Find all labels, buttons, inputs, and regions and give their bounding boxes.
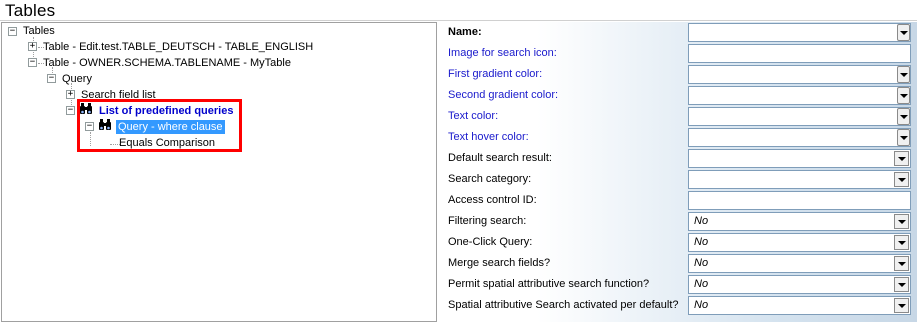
property-label: Permit spatial attributive search functi… xyxy=(448,278,650,290)
property-value-field[interactable] xyxy=(688,128,911,147)
property-label: Text color: xyxy=(448,110,499,122)
property-value-field[interactable] xyxy=(688,65,911,84)
property-row: Permit spatial attributive search functi… xyxy=(442,274,917,295)
property-row: Access control ID: xyxy=(442,190,917,211)
dropdown-arrow-icon[interactable] xyxy=(894,151,909,166)
property-value-field[interactable] xyxy=(688,44,911,63)
property-label: First gradient color: xyxy=(448,68,543,80)
property-label: Second gradient color: xyxy=(448,89,559,101)
collapse-icon[interactable]: − xyxy=(66,106,75,115)
property-row: Merge search fields? No xyxy=(442,253,917,274)
property-grid: Name: Image for search icon: First gradien… xyxy=(442,22,917,322)
property-row: Image for search icon: xyxy=(442,43,917,64)
annotation-highlight-box xyxy=(77,99,242,152)
collapse-icon[interactable]: − xyxy=(28,58,37,67)
property-label: Filtering search: xyxy=(448,215,527,227)
property-row: Default search result: xyxy=(442,148,917,169)
tree-item-table-owner[interactable]: Table - OWNER.SCHEMA.TABLENAME - MyTable xyxy=(43,56,291,70)
property-value: No xyxy=(694,278,709,290)
property-label: Search category: xyxy=(448,173,532,185)
property-row: First gradient color: xyxy=(442,64,917,85)
window-title: Tables xyxy=(5,1,56,20)
property-value: No xyxy=(694,215,709,227)
tree-item-table-deutsch[interactable]: Table - Edit.test.TABLE_DEUTSCH - TABLE_… xyxy=(43,40,313,54)
dropdown-arrow-icon[interactable] xyxy=(894,256,909,271)
property-value-field[interactable] xyxy=(688,149,911,168)
dropdown-arrow-icon[interactable] xyxy=(897,66,910,83)
property-row: Second gradient color: xyxy=(442,85,917,106)
dropdown-arrow-icon[interactable] xyxy=(897,129,910,146)
dropdown-arrow-icon[interactable] xyxy=(897,87,910,104)
property-value-field[interactable]: No xyxy=(688,254,911,273)
tables-window: Tables − Tables + Table - Edit.test.TABL… xyxy=(0,0,917,322)
property-label: Default search result: xyxy=(448,152,552,164)
property-row: Text hover color: xyxy=(442,127,917,148)
collapse-icon[interactable]: − xyxy=(47,74,56,83)
property-label: Merge search fields? xyxy=(448,257,551,269)
property-label: Image for search icon: xyxy=(448,47,557,59)
collapse-icon[interactable]: − xyxy=(8,27,17,36)
property-row: One-Click Query: No xyxy=(442,232,917,253)
property-row: Search category: xyxy=(442,169,917,190)
property-row: Filtering search: No xyxy=(442,211,917,232)
tree-root-label[interactable]: Tables xyxy=(23,24,55,38)
property-value-field[interactable] xyxy=(688,107,911,126)
dropdown-arrow-icon[interactable] xyxy=(894,235,909,250)
property-label: Spatial attributive Search activated per… xyxy=(448,299,679,311)
dropdown-arrow-icon[interactable] xyxy=(894,172,909,187)
property-value-field[interactable] xyxy=(688,191,911,210)
dropdown-arrow-icon[interactable] xyxy=(897,108,910,125)
expand-icon[interactable]: + xyxy=(66,90,75,99)
title-bar: Tables xyxy=(0,0,917,21)
property-value-field[interactable]: No xyxy=(688,233,911,252)
property-label: Name: xyxy=(448,26,482,38)
property-value-field[interactable]: No xyxy=(688,296,911,315)
property-label: Text hover color: xyxy=(448,131,529,143)
property-row: Text color: xyxy=(442,106,917,127)
dropdown-arrow-icon[interactable] xyxy=(894,277,909,292)
property-value: No xyxy=(694,236,709,248)
property-value-field[interactable]: No xyxy=(688,212,911,231)
property-value-field[interactable] xyxy=(688,23,911,42)
property-value-field[interactable] xyxy=(688,170,911,189)
tree-view[interactable]: − Tables + Table - Edit.test.TABLE_DEUTS… xyxy=(1,22,437,322)
tree-item-query[interactable]: Query xyxy=(62,72,92,86)
property-row: Spatial attributive Search activated per… xyxy=(442,295,917,316)
property-value-field[interactable] xyxy=(688,86,911,105)
property-value: No xyxy=(694,257,709,269)
property-value-field[interactable]: No xyxy=(688,275,911,294)
property-value: No xyxy=(694,299,709,311)
expand-icon[interactable]: + xyxy=(28,42,37,51)
dropdown-arrow-icon[interactable] xyxy=(894,298,909,313)
property-row: Name: xyxy=(442,22,917,43)
property-label: Access control ID: xyxy=(448,194,537,206)
dropdown-arrow-icon[interactable] xyxy=(897,24,910,41)
property-label: One-Click Query: xyxy=(448,236,533,248)
dropdown-arrow-icon[interactable] xyxy=(894,214,909,229)
